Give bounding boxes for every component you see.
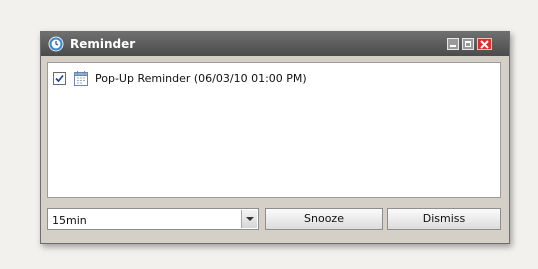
- action-bar: 15min Snooze Dismiss: [47, 208, 501, 232]
- maximize-icon[interactable]: [462, 38, 474, 50]
- reminder-text: Pop-Up Reminder (06/03/10 01:00 PM): [95, 71, 307, 85]
- reminder-app-icon: [48, 36, 64, 52]
- title-bar[interactable]: Reminder: [41, 32, 509, 56]
- dismiss-button[interactable]: Dismiss: [387, 208, 501, 230]
- calendar-icon: [74, 70, 88, 86]
- chevron-down-icon[interactable]: [241, 210, 257, 228]
- reminder-list: Pop-Up Reminder (06/03/10 01:00 PM): [47, 62, 501, 198]
- window-title: Reminder: [70, 37, 136, 51]
- reminder-checkbox[interactable]: [53, 71, 66, 85]
- minimize-icon[interactable]: [447, 38, 459, 50]
- close-icon[interactable]: [477, 38, 492, 50]
- snooze-interval-value: 15min: [52, 214, 87, 227]
- list-item[interactable]: Pop-Up Reminder (06/03/10 01:00 PM): [53, 69, 307, 87]
- snooze-interval-select[interactable]: 15min: [47, 208, 259, 230]
- snooze-button[interactable]: Snooze: [265, 208, 383, 230]
- reminder-window: Reminder Pop-Up Reminder (06/03/10 01:00…: [40, 31, 510, 244]
